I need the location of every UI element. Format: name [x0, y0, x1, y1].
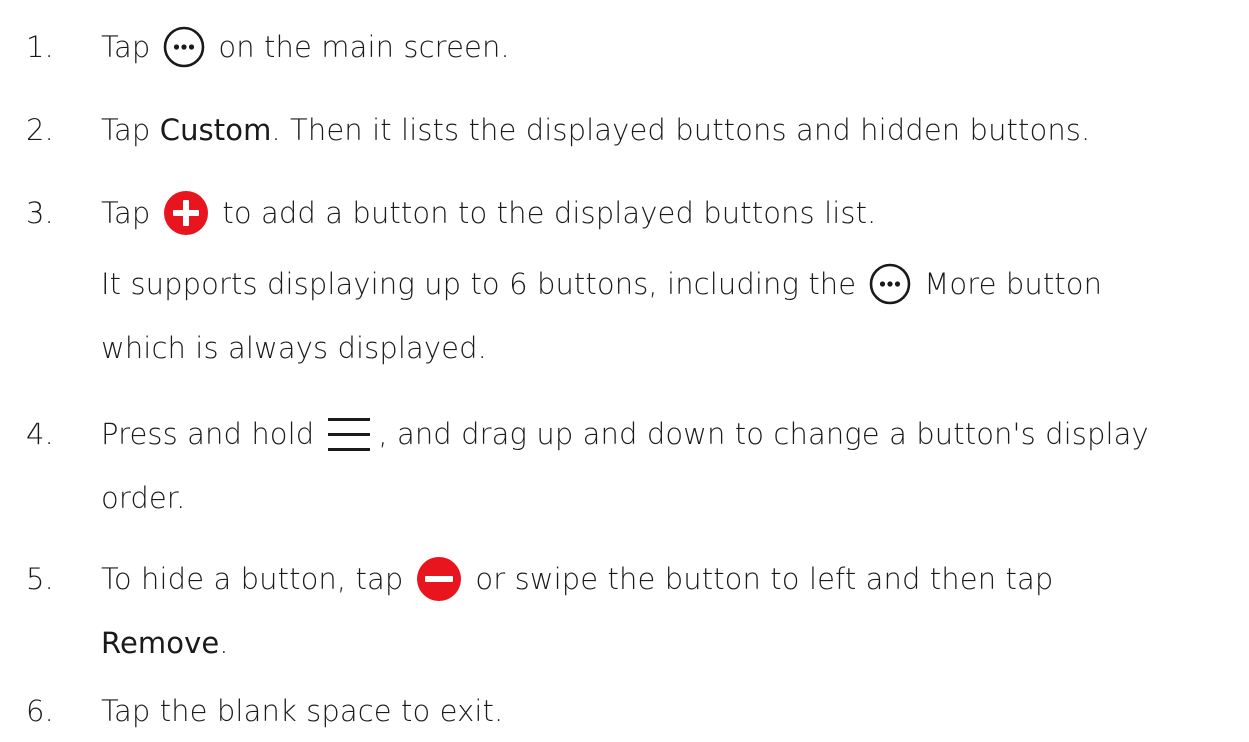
step-text: . Then it lists the displayed buttons an… [271, 113, 1091, 147]
step-text: on the main screen. [218, 30, 510, 64]
step-number: 5. [26, 562, 54, 596]
more-circle-icon [868, 262, 912, 306]
add-circle-icon [162, 189, 210, 237]
step-text: Press and hold [101, 417, 315, 451]
step-text: Tap the blank space to exit. [101, 694, 504, 728]
step-number: 1. [26, 30, 54, 64]
step-text: or swipe the button to left and then tap [475, 562, 1054, 596]
step-number: 6. [26, 694, 54, 728]
step-text: Tap [101, 196, 151, 230]
step-text: which is always displayed. [101, 331, 487, 365]
remove-circle-icon [415, 555, 463, 603]
remove-label: Remove [101, 626, 220, 660]
step-number: 4. [26, 417, 54, 451]
step-text: More button [924, 267, 1103, 301]
step-text: , and drag up and down to change a butto… [378, 417, 1149, 451]
step-number: 2. [26, 113, 54, 147]
step-text: To hide a button, tap [101, 562, 404, 596]
more-circle-icon [162, 25, 206, 69]
step-text: Tap [101, 113, 160, 147]
step-text: order. [101, 481, 186, 515]
instructions-page: 1. Tap on the main screen. 2. Tap Custom… [0, 0, 1249, 742]
step-text: It supports displaying up to 6 buttons, … [101, 267, 857, 301]
custom-label: Custom [159, 113, 272, 147]
step-text: to add a button to the displayed buttons… [222, 196, 877, 230]
drag-handle-icon [326, 414, 372, 454]
step-text: Tap [101, 30, 151, 64]
step-number: 3. [26, 196, 54, 230]
step-text: . [219, 626, 229, 660]
